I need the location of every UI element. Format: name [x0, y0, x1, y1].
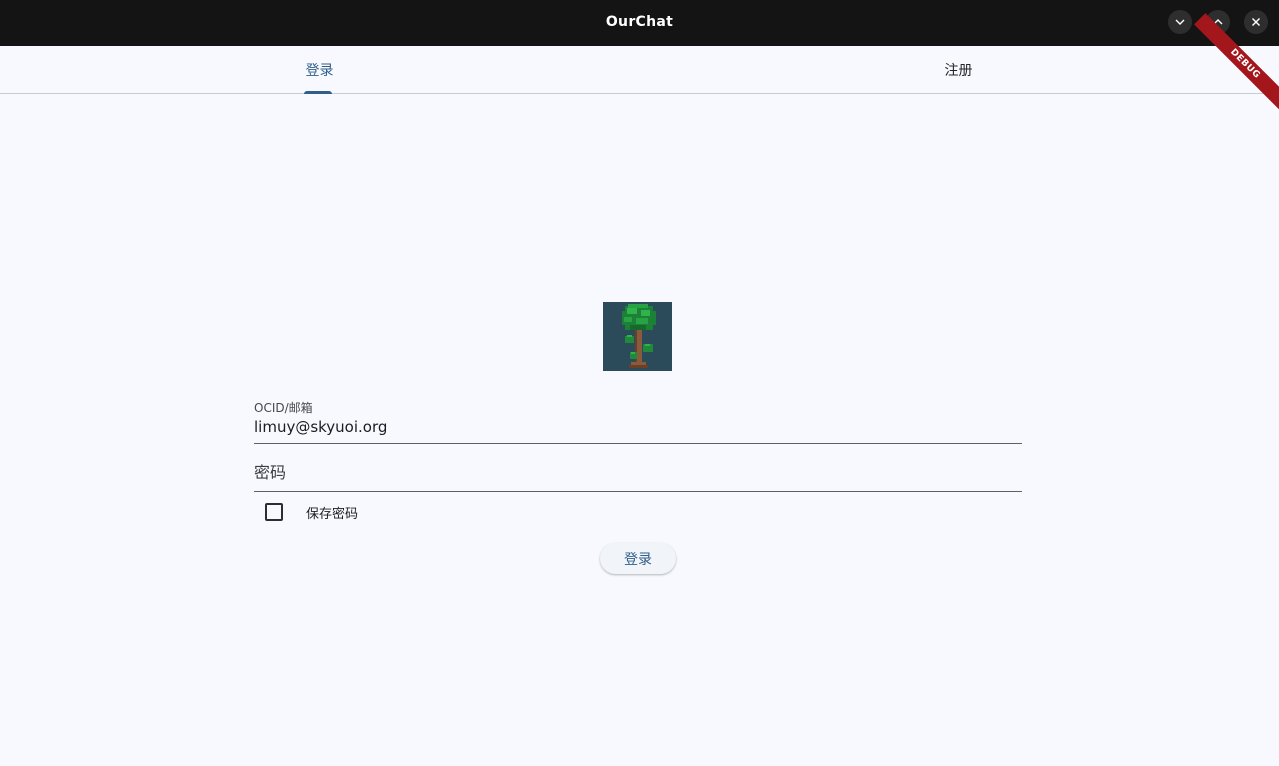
app-logo: [603, 302, 672, 371]
account-label: OCID/邮箱: [254, 401, 313, 415]
close-button[interactable]: [1244, 10, 1268, 34]
tab-register[interactable]: 注册: [639, 46, 1278, 93]
remember-password-checkbox[interactable]: [265, 503, 283, 521]
chevron-down-icon: [1175, 19, 1185, 25]
tab-bar: 登录 注册: [0, 46, 1279, 94]
remember-password-label: 保存密码: [306, 507, 359, 522]
minimize-button[interactable]: [1168, 10, 1192, 34]
window-title: OurChat: [605, 14, 674, 30]
tab-indicator: [304, 91, 332, 94]
title-bar: OurChat: [0, 0, 1279, 46]
login-button[interactable]: 登录: [600, 543, 676, 574]
password-field[interactable]: 密码: [254, 448, 1022, 492]
close-icon: [1252, 18, 1260, 26]
tree-icon: [603, 302, 672, 371]
tab-login[interactable]: 登录: [0, 46, 639, 93]
account-field[interactable]: OCID/邮箱 limuy@skyuoi.org: [254, 397, 1022, 444]
password-input[interactable]: 密码: [254, 459, 286, 483]
account-input[interactable]: limuy@skyuoi.org: [254, 418, 387, 436]
